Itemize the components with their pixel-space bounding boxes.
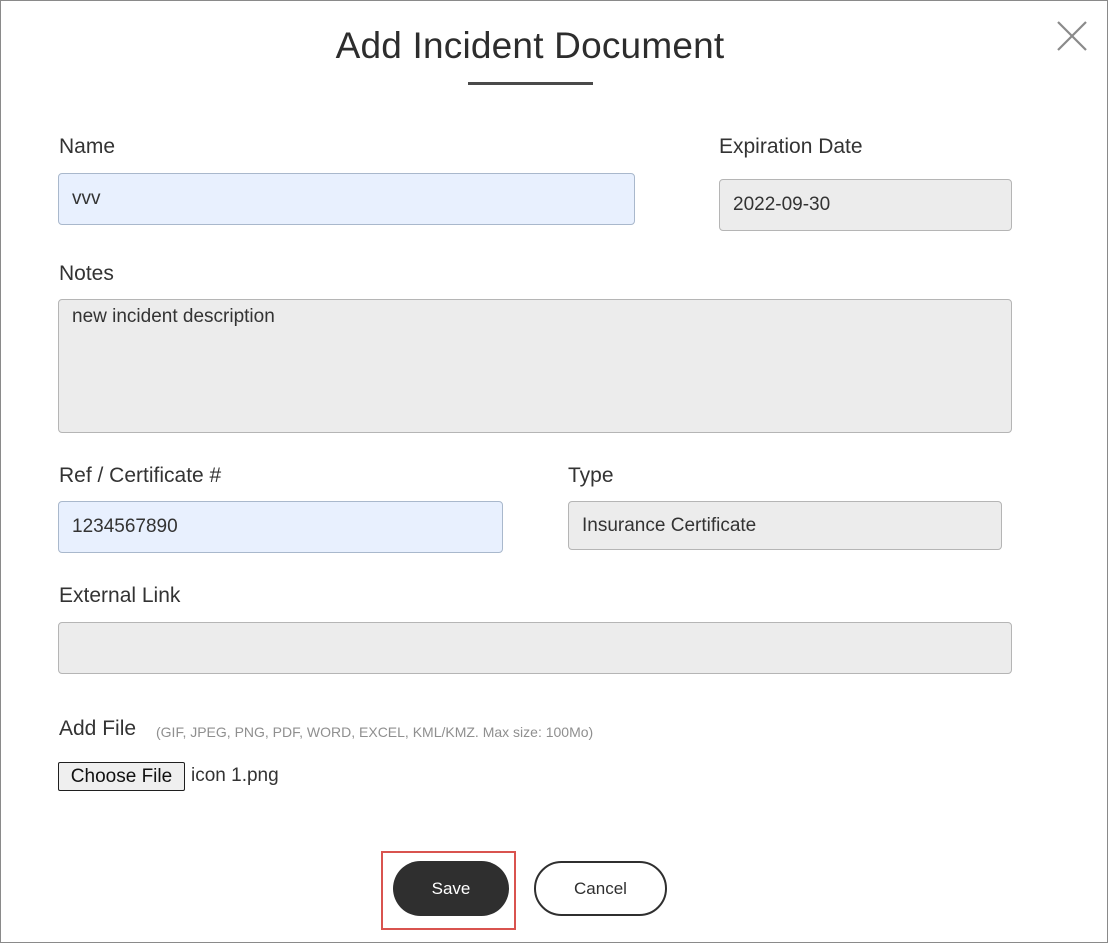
external-link-label: External Link bbox=[59, 584, 181, 607]
expiration-date-label: Expiration Date bbox=[719, 135, 863, 158]
name-input[interactable]: vvv bbox=[58, 173, 635, 225]
ref-certificate-label: Ref / Certificate # bbox=[59, 464, 222, 487]
add-file-label: Add File bbox=[59, 717, 137, 740]
cancel-button[interactable]: Cancel bbox=[534, 861, 667, 916]
ref-certificate-input[interactable]: 1234567890 bbox=[58, 501, 503, 553]
choose-file-button[interactable]: Choose File bbox=[58, 762, 185, 791]
file-types-hint: (GIF, JPEG, PNG, PDF, WORD, EXCEL, KML/K… bbox=[156, 724, 594, 740]
notes-label: Notes bbox=[59, 262, 114, 285]
close-button[interactable] bbox=[1053, 17, 1091, 55]
selected-file-name: icon 1.png bbox=[191, 765, 279, 786]
external-link-input[interactable] bbox=[58, 622, 1012, 674]
notes-textarea[interactable]: new incident description bbox=[58, 299, 1012, 433]
dialog-title: Add Incident Document bbox=[335, 25, 725, 66]
save-button[interactable]: Save bbox=[393, 861, 509, 916]
close-icon bbox=[1057, 21, 1087, 51]
type-label: Type bbox=[568, 464, 614, 487]
name-label: Name bbox=[59, 135, 116, 158]
expiration-date-input[interactable]: 2022-09-30 bbox=[719, 179, 1012, 231]
name-input-value: vvv bbox=[72, 188, 101, 209]
notes-value: new incident description bbox=[72, 306, 275, 327]
add-incident-document-dialog: Add Incident Document Name vvv Expiratio… bbox=[0, 0, 1108, 943]
type-select[interactable]: Insurance Certificate bbox=[568, 501, 1002, 550]
type-value: Insurance Certificate bbox=[582, 514, 757, 536]
ref-certificate-value: 1234567890 bbox=[72, 516, 178, 537]
title-underline bbox=[468, 82, 593, 85]
expiration-date-value: 2022-09-30 bbox=[733, 194, 831, 215]
